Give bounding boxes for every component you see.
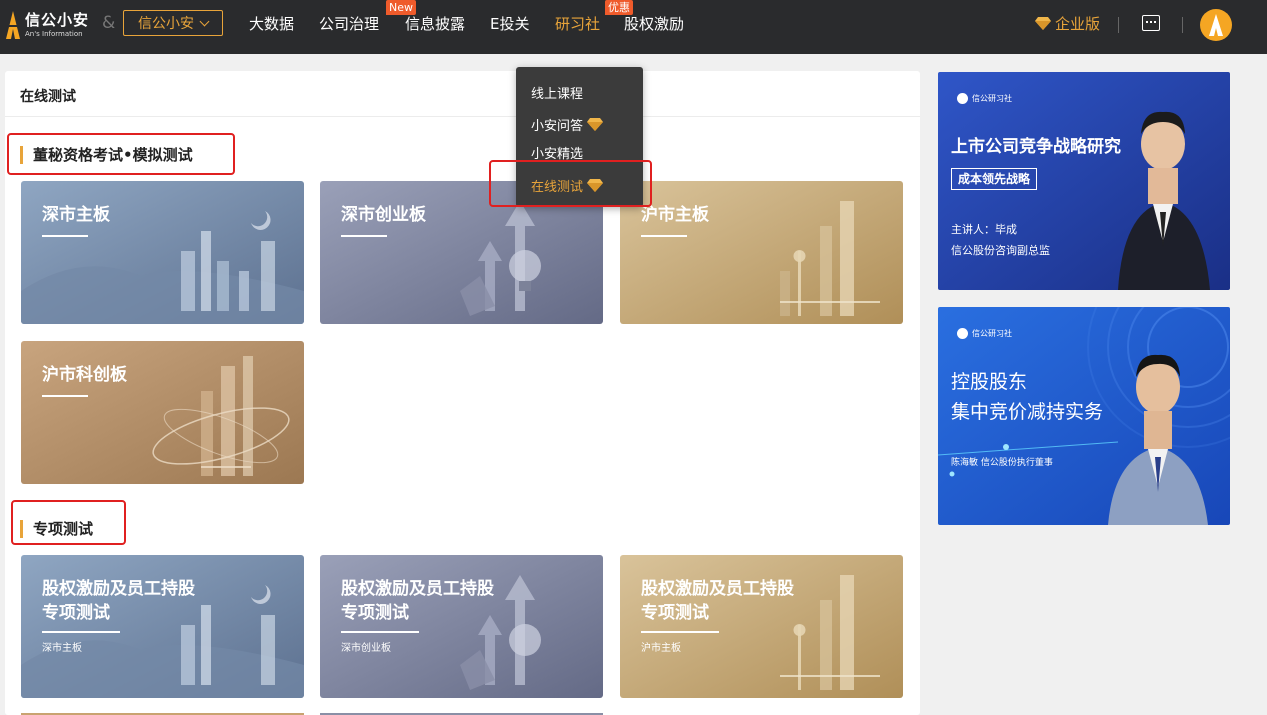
ad-speaker-role: 信公股份咨询副总监 <box>951 244 1050 257</box>
highlight-box <box>489 160 652 207</box>
test-card-sz-main[interactable]: 深市主板 <box>21 181 304 324</box>
special-card-sz-main[interactable]: 股权激励及员工持股 专项测试 深市主板 <box>21 555 304 698</box>
card-underline <box>42 235 88 237</box>
online-test-panel: 在线测试 董秘资格考试•模拟测试 深市主板 深市创业板 沪市主板 沪市科创板 专… <box>5 71 920 715</box>
brand-name-en: An's Information <box>25 29 83 38</box>
brand-name: 信公小安 <box>25 10 90 29</box>
test-card-sh-star[interactable]: 沪市科创板 <box>21 341 304 484</box>
nav-big-data[interactable]: 大数据 <box>249 13 294 34</box>
nav-investor-relations[interactable]: E投关 <box>490 13 529 34</box>
card-subtitle: 深市创业板 <box>341 643 391 654</box>
product-switcher-label: 信公小安 <box>138 16 194 32</box>
user-avatar[interactable] <box>1200 9 1232 41</box>
menu-item-label: 线上课程 <box>531 87 584 102</box>
card-subtitle: 深市主板 <box>42 643 82 654</box>
menu-item-online-courses[interactable]: 线上课程 <box>531 83 583 102</box>
special-card-sh-main[interactable]: 股权激励及员工持股 专项测试 沪市主板 <box>620 555 903 698</box>
ad-brand-label: 信公研习社 <box>972 329 1012 338</box>
menu-item-label: 小安问答 <box>531 119 584 134</box>
special-card-sz-chinext[interactable]: 股权激励及员工持股 专项测试 深市创业板 <box>320 555 603 698</box>
card-underline <box>42 395 88 397</box>
ad-brand: 信公研习社 <box>957 328 1012 339</box>
card-title-line2: 专项测试 <box>641 603 709 623</box>
ad-banner-competition-strategy[interactable]: 信公研习社 上市公司竞争战略研究 成本领先战略 主讲人：毕成 信公股份咨询副总监 <box>938 72 1230 290</box>
ad-brand-label: 信公研习社 <box>972 94 1012 103</box>
highlight-box <box>11 500 126 545</box>
chevron-down-icon <box>199 16 210 26</box>
card-underline <box>341 631 419 633</box>
card-title: 深市创业板 <box>341 205 426 225</box>
message-icon[interactable] <box>1142 15 1160 31</box>
ad-speaker: 陈海敏 信公股份执行董事 <box>951 458 1053 468</box>
card-title-line2: 专项测试 <box>42 603 110 623</box>
product-switcher[interactable]: 信公小安 <box>123 10 223 36</box>
card-title-line2: 专项测试 <box>341 603 409 623</box>
logo-icon <box>6 11 20 39</box>
nav-disclosure[interactable]: 信息披露 <box>405 13 465 34</box>
enterprise-edition-link[interactable]: 企业版 <box>1035 13 1100 34</box>
brand-dot-icon <box>957 93 968 104</box>
top-nav-bar: 信公小安 An's Information & 信公小安 大数据 公司治理 Ne… <box>0 0 1267 54</box>
ad-brand: 信公研习社 <box>957 93 1012 104</box>
card-underline <box>42 631 120 633</box>
card-underline <box>641 631 719 633</box>
highlight-box <box>7 133 235 175</box>
divider <box>1182 17 1183 33</box>
ad-speaker: 主讲人：毕成 <box>951 223 1017 236</box>
brand-dot-icon <box>957 328 968 339</box>
nav-academy[interactable]: 研习社 <box>555 13 600 34</box>
brand-ampersand: & <box>102 13 116 33</box>
card-title-line1: 股权激励及员工持股 <box>641 579 794 599</box>
ad-tag: 成本领先战略 <box>951 168 1038 190</box>
diamond-icon <box>587 118 604 131</box>
ad-title: 上市公司竞争战略研究 <box>951 137 1121 157</box>
card-title: 沪市科创板 <box>42 365 127 385</box>
nav-governance[interactable]: 公司治理 <box>319 13 379 34</box>
card-title: 沪市主板 <box>641 205 709 225</box>
page-title: 在线测试 <box>20 89 76 105</box>
avatar-logo-icon <box>1209 14 1223 36</box>
nav-equity-incentive[interactable]: 股权激励 <box>624 13 684 34</box>
card-title: 深市主板 <box>42 205 110 225</box>
panel-header: 在线测试 <box>5 71 920 117</box>
ad-title-line2: 集中竞价减持实务 <box>951 401 1104 423</box>
card-title-line1: 股权激励及员工持股 <box>42 579 195 599</box>
diamond-icon <box>1035 17 1051 30</box>
test-card-sh-main[interactable]: 沪市主板 <box>620 181 903 324</box>
menu-item-qa[interactable]: 小安问答 <box>531 115 604 134</box>
card-subtitle: 沪市主板 <box>641 643 681 654</box>
card-underline <box>341 235 387 237</box>
ad-title-line1: 控股股东 <box>951 371 1028 393</box>
enterprise-edition-label: 企业版 <box>1055 15 1101 33</box>
card-title-line1: 股权激励及员工持股 <box>341 579 494 599</box>
card-underline <box>641 235 687 237</box>
ad-banner-shareholder-reduction[interactable]: 信公研习社 控股股东 集中竞价减持实务 陈海敏 信公股份执行董事 <box>938 307 1230 525</box>
divider <box>1118 17 1119 33</box>
brand-logo[interactable]: 信公小安 An's Information <box>6 9 89 41</box>
